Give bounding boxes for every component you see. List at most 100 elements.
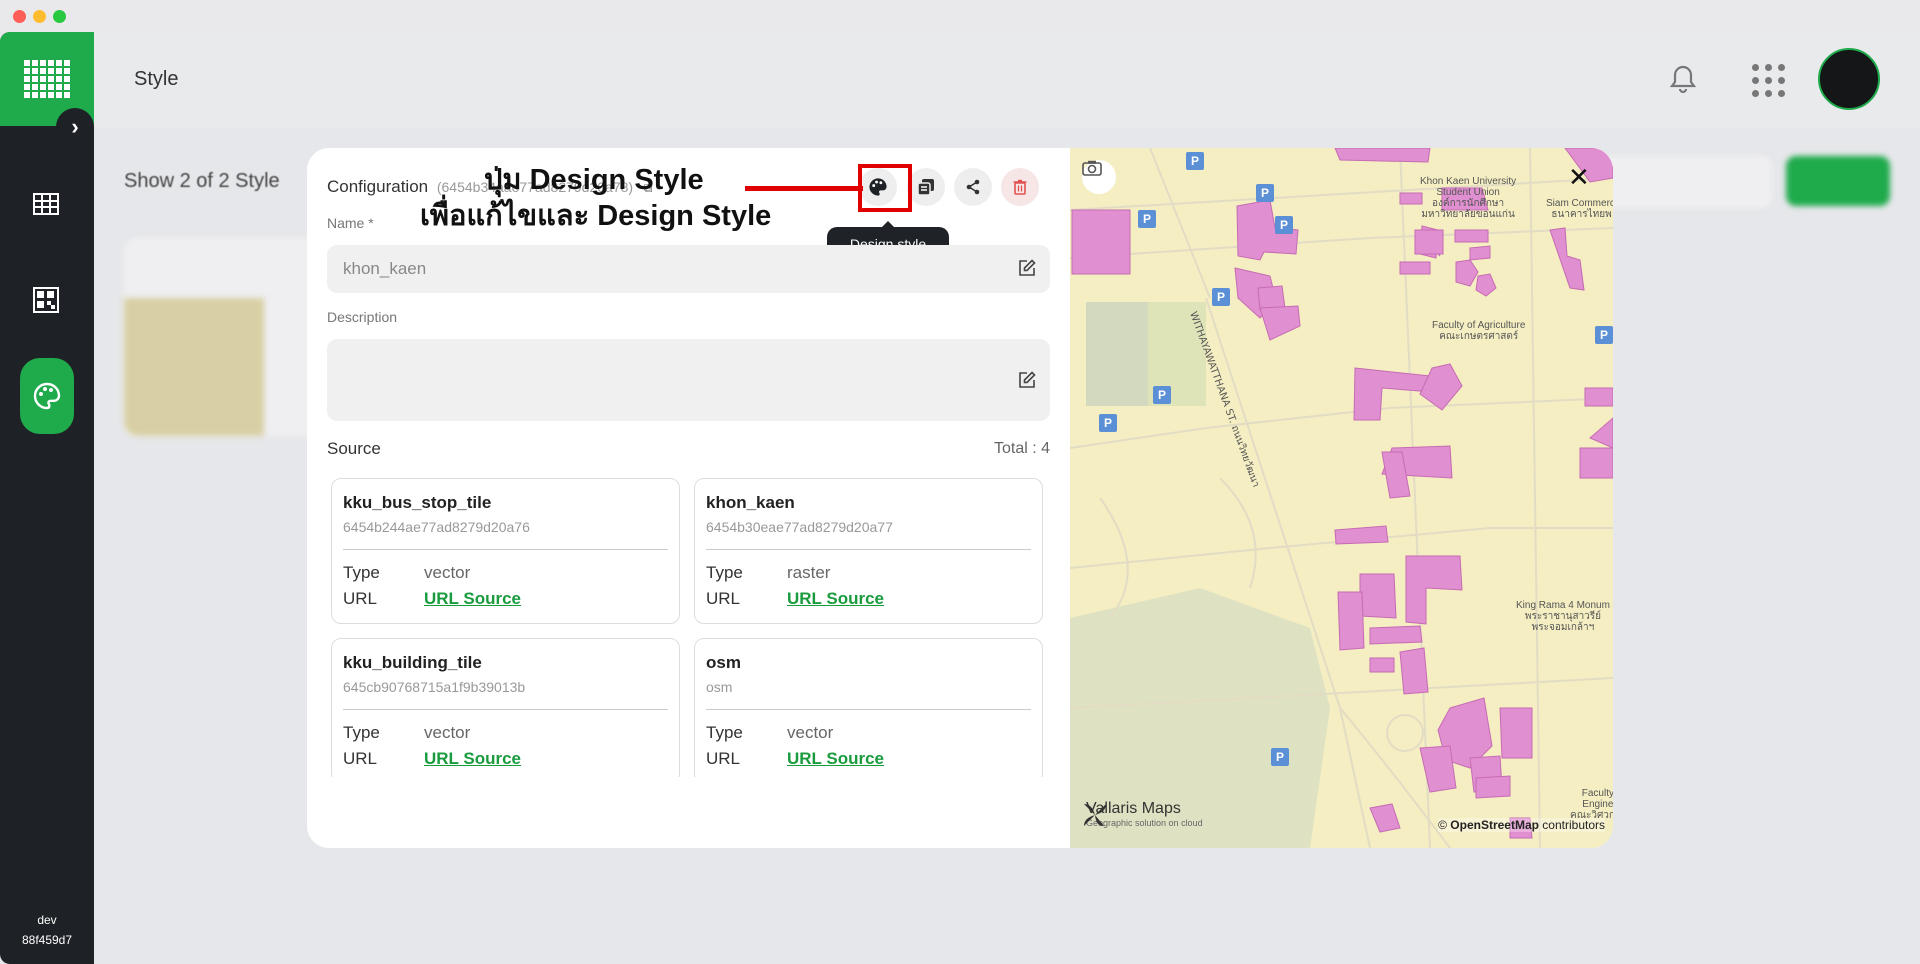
top-bar: Style: [94, 32, 1920, 128]
source-name: osm: [706, 653, 741, 672]
close-window-button[interactable]: [13, 10, 26, 23]
add-style-button[interactable]: [1786, 156, 1890, 206]
source-id: 6454b30eae77ad8279d20a77: [706, 519, 893, 535]
map-label-agriculture: Faculty of Agriculture คณะเกษตรศาสตร์: [1432, 320, 1526, 342]
maximize-window-button[interactable]: [53, 10, 66, 23]
parking-icon: P: [1271, 748, 1289, 766]
attribution-suffix: contributors: [1538, 818, 1605, 832]
url-label: URL: [706, 749, 741, 768]
source-name: kku_building_tile: [343, 653, 482, 672]
map-label-student-union: Khon Kaen University Student Union องค์ก…: [1420, 176, 1517, 220]
divider: [706, 709, 1031, 710]
style-count: Show 2 of 2 Style: [124, 170, 280, 192]
url-label: URL: [343, 749, 378, 768]
source-card[interactable]: kku_bus_stop_tile 6454b244ae77ad8279d20a…: [331, 478, 680, 624]
divider: [706, 549, 1031, 550]
window-titlebar: [0, 0, 1920, 32]
type-label: Type: [343, 563, 380, 582]
parking-icon: P: [1186, 152, 1204, 170]
configuration-panel: Configuration (6454b34aae77ad8279d20a78)…: [307, 148, 1070, 848]
source-id: osm: [706, 679, 733, 695]
annotation-highlight-box: [858, 164, 912, 212]
source-name: khon_kaen: [706, 493, 795, 512]
url-source-link[interactable]: URL Source: [424, 749, 521, 769]
grid-tiles-icon: [33, 287, 59, 313]
notification-button[interactable]: [1669, 64, 1697, 99]
vallaris-logo-icon: [1084, 804, 1106, 826]
page-title: Style: [134, 68, 179, 90]
edit-description-icon[interactable]: [1018, 371, 1036, 394]
parking-icon: P: [1275, 216, 1293, 234]
source-id: 6454b244ae77ad8279d20a76: [343, 519, 530, 535]
sidebar-expand-button[interactable]: ›: [56, 108, 94, 146]
name-value: khon_kaen: [343, 259, 427, 278]
source-name: kku_bus_stop_tile: [343, 493, 492, 512]
divider: [343, 709, 668, 710]
map-preview[interactable]: WITHAYAWATTHANA ST. ถนนวิทยวัฒนา P P P P…: [1070, 148, 1613, 848]
duplicate-button[interactable]: [907, 168, 945, 206]
attribution-osm[interactable]: OpenStreetMap: [1450, 818, 1539, 832]
sidebar: › dev 88f459d7: [0, 32, 94, 964]
search-input[interactable]: [1600, 156, 1772, 208]
trash-icon: [1013, 179, 1027, 195]
source-type: vector: [424, 563, 471, 582]
name-field[interactable]: khon_kaen: [327, 245, 1050, 293]
vallaris-brand: Vallaris Maps Geographic solution on clo…: [1080, 800, 1203, 828]
source-list: kku_bus_stop_tile 6454b244ae77ad8279d20a…: [331, 478, 1047, 777]
source-type: vector: [424, 723, 471, 742]
share-button[interactable]: [954, 168, 992, 206]
source-card[interactable]: khon_kaen 6454b30eae77ad8279d20a77 Type …: [694, 478, 1043, 624]
table-icon: [33, 193, 59, 215]
url-source-link[interactable]: URL Source: [424, 589, 521, 609]
description-field[interactable]: [327, 339, 1050, 421]
palette-icon: [33, 382, 61, 410]
sidebar-item-table[interactable]: [18, 176, 74, 232]
source-id: 645cb90768715a1f9b39013b: [343, 679, 526, 695]
type-label: Type: [706, 563, 743, 582]
description-label: Description: [327, 309, 398, 325]
name-label: Name *: [327, 215, 374, 231]
map-label-engineering: Faculty Engine คณะวิศวกรร: [1570, 788, 1613, 821]
annotation-line2: เพื่อแก้ไขและ Design Style: [420, 200, 772, 232]
source-title: Source: [327, 439, 381, 458]
parking-icon: P: [1256, 184, 1274, 202]
close-icon[interactable]: ✕: [1568, 162, 1590, 193]
attribution-prefix: ©: [1438, 818, 1451, 832]
parking-icon: P: [1153, 386, 1171, 404]
build-id: 88f459d7: [21, 933, 73, 947]
source-total: Total : 4: [993, 440, 1050, 457]
source-type: vector: [787, 723, 834, 742]
avatar[interactable]: [1818, 48, 1880, 110]
delete-button[interactable]: [1001, 168, 1039, 206]
style-card-thumbnail: [124, 298, 264, 436]
url-source-link[interactable]: URL Source: [787, 589, 884, 609]
map-attribution[interactable]: © OpenStreetMap contributors: [1438, 818, 1605, 832]
minimize-window-button[interactable]: [33, 10, 46, 23]
map-label-rama4-monument: King Rama 4 Monum พระราชานุสาวรีย์ พระจอ…: [1516, 600, 1610, 633]
apps-grid-icon[interactable]: [1752, 64, 1785, 97]
edit-name-icon[interactable]: [1018, 259, 1036, 282]
parking-icon: P: [1212, 288, 1230, 306]
map-label-siam-commercial: Siam Commerci ธนาคารไทยพ: [1546, 198, 1613, 220]
configuration-modal: Configuration (6454b34aae77ad8279d20a78)…: [307, 148, 1613, 848]
sidebar-item-style[interactable]: [20, 358, 74, 434]
sidebar-footer: dev 88f459d7: [0, 910, 94, 950]
logo-grid-icon: [24, 60, 70, 98]
bell-icon: [1669, 65, 1697, 94]
parking-icon: P: [1138, 210, 1156, 228]
type-label: Type: [706, 723, 743, 742]
share-icon: [966, 179, 980, 195]
url-label: URL: [343, 589, 378, 608]
annotation-arrow-line: [745, 186, 863, 191]
parking-icon: P: [1595, 326, 1613, 344]
camera-button[interactable]: [1082, 160, 1116, 194]
map-canvas: WITHAYAWATTHANA ST. ถนนวิทยวัฒนา: [1070, 148, 1613, 848]
url-label: URL: [706, 589, 741, 608]
source-card[interactable]: osm osm Type vector URL URL Source: [694, 638, 1043, 777]
source-card[interactable]: kku_building_tile 645cb90768715a1f9b3901…: [331, 638, 680, 777]
url-source-link[interactable]: URL Source: [787, 749, 884, 769]
divider: [343, 549, 668, 550]
source-type: raster: [787, 563, 831, 582]
sidebar-item-tiles[interactable]: [18, 272, 74, 328]
parking-icon: P: [1099, 414, 1117, 432]
